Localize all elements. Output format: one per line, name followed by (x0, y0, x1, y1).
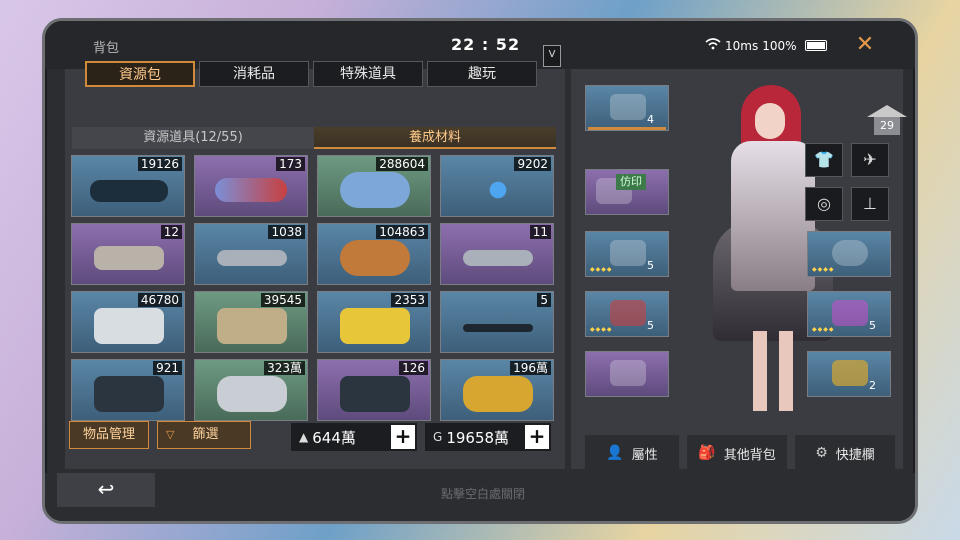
add-gold-button[interactable]: + (525, 425, 549, 449)
add-silver-button[interactable]: + (391, 425, 415, 449)
silver-icon: ▲ (299, 430, 309, 444)
item-count: 173 (276, 157, 305, 171)
item-count: 288604 (376, 157, 428, 171)
item-count: 19126 (137, 157, 182, 171)
item-slot[interactable]: 1038 (194, 223, 308, 285)
item-count: 12 (160, 225, 182, 239)
turret-icon[interactable]: ⊥ (851, 187, 889, 221)
item-slot[interactable]: 39545 (194, 291, 308, 353)
equip-slot-helmet[interactable]: 4 (585, 85, 669, 131)
item-count: 5 (537, 293, 551, 307)
filter-button[interactable]: ▽ 篩選 (157, 421, 251, 449)
battery-percent: 100% (762, 38, 797, 53)
category-tabs: 資源包 消耗品 特殊道具 趣玩 (85, 61, 537, 87)
item-slot[interactable]: 288604 (317, 155, 431, 217)
window-title: 背包 (93, 41, 120, 56)
item-slot[interactable]: 126 (317, 359, 431, 421)
item-count: 9202 (514, 157, 551, 171)
silver-amount: 644萬 (312, 428, 356, 447)
item-count: 11 (529, 225, 551, 239)
item-slot[interactable]: 104863 (317, 223, 431, 285)
silver-currency: ▲ 644萬 + (291, 423, 417, 451)
person-icon: 👤 (606, 445, 624, 461)
ring-icon (832, 240, 868, 266)
filter-label: 篩選 (192, 427, 219, 442)
item-count: 46780 (137, 293, 182, 307)
backpack-window: 背包 22 : 52 10ms 100% ✕ 資源包 消耗品 特殊道具 趣玩 V… (42, 18, 918, 524)
tab-resource-pack[interactable]: 資源包 (85, 61, 195, 87)
clock: 22 : 52 (451, 35, 521, 54)
equip-slot-armor[interactable]: ◆◆◆◆ 5 (585, 231, 669, 277)
item-slot[interactable]: 5 (440, 291, 554, 353)
armor-icon (610, 240, 646, 266)
house-icon (867, 105, 907, 117)
item-count: 196萬 (510, 361, 551, 375)
item-slot[interactable]: 46780 (71, 291, 185, 353)
item-count: 1038 (268, 225, 305, 239)
filter-icon: ▽ (166, 428, 175, 441)
emblem-icon (832, 360, 868, 386)
item-slot[interactable]: 9202 (440, 155, 554, 217)
item-slot[interactable]: 12 (71, 223, 185, 285)
item-count: 39545 (260, 293, 305, 307)
item-slot[interactable]: 2353 (317, 291, 431, 353)
item-slot[interactable]: 323萬 (194, 359, 308, 421)
bag-icon: 🎒 (698, 445, 716, 461)
item-grid: 19126 173 288604 9202 12 1038 104863 11 … (71, 155, 554, 421)
equip-slot-emblem[interactable]: 2 (807, 351, 891, 397)
vip-badge[interactable]: V (543, 45, 561, 67)
weapon-icon (610, 300, 646, 326)
imprint-tag: 仿印 (616, 174, 646, 190)
close-hint: 點擊空白處關閉 (440, 487, 525, 501)
equip-slot-imprint[interactable]: 仿印 (585, 169, 669, 215)
attributes-button[interactable]: 👤 屬性 (585, 435, 679, 471)
latency: 10ms (725, 38, 759, 53)
subtab-growth-materials[interactable]: 養成材料 (314, 127, 556, 149)
sub-tabs: 資源道具(12/55) 養成材料 (72, 127, 556, 149)
wifi-icon (705, 38, 721, 53)
tab-fun[interactable]: 趣玩 (427, 61, 537, 87)
tab-special-items[interactable]: 特殊道具 (313, 61, 423, 87)
helmet-icon (610, 94, 646, 120)
item-count: 126 (399, 361, 428, 375)
house-level: 29 (874, 117, 900, 135)
item-slot[interactable]: 196萬 (440, 359, 554, 421)
item-slot[interactable]: 19126 (71, 155, 185, 217)
blade-icon (832, 300, 868, 326)
item-slot[interactable]: 173 (194, 155, 308, 217)
item-count: 323萬 (264, 361, 305, 375)
equip-slot-ring[interactable]: ◆◆◆◆ (807, 231, 891, 277)
close-icon[interactable]: ✕ (853, 33, 877, 57)
network-status: 10ms 100% (705, 38, 827, 53)
other-bag-button[interactable]: 🎒 其他背包 (687, 435, 787, 471)
equip-slot-blade[interactable]: ◆◆◆◆ 5 (807, 291, 891, 337)
item-count: 921 (153, 361, 182, 375)
subtab-resource-items[interactable]: 資源道具(12/55) (72, 127, 314, 149)
battery-icon (804, 40, 827, 51)
item-manage-button[interactable]: 物品管理 (69, 421, 149, 449)
item-slot[interactable]: 921 (71, 359, 185, 421)
item-count: 2353 (391, 293, 428, 307)
item-slot[interactable]: 11 (440, 223, 554, 285)
item-count: 104863 (376, 225, 428, 239)
gold-icon: G (433, 430, 443, 444)
equip-slot-pet[interactable] (585, 351, 669, 397)
gold-amount: 19658萬 (446, 428, 510, 447)
quickbar-button[interactable]: ⚙ 快捷欄 (795, 435, 895, 471)
drone-icon[interactable]: ✈ (851, 143, 889, 177)
outfit-icon[interactable]: 👕 (805, 143, 843, 177)
ring-toggle-icon[interactable]: ◎ (805, 187, 843, 221)
tab-consumables[interactable]: 消耗品 (199, 61, 309, 87)
house-level-badge[interactable]: 29 (867, 105, 907, 139)
gold-currency: G 19658萬 + (425, 423, 551, 451)
equip-slot-weapon[interactable]: ◆◆◆◆ 5 (585, 291, 669, 337)
gear-icon: ⚙ (815, 445, 828, 461)
pet-icon (610, 360, 646, 386)
